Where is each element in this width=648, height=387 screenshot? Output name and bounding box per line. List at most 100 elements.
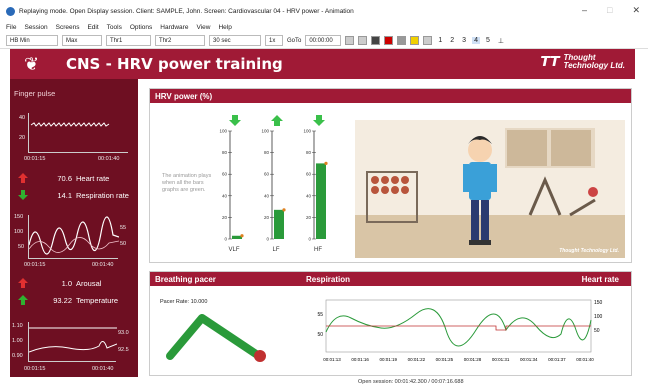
thr1-field[interactable]: Thr1 <box>106 35 151 46</box>
time-xtick: 00:01:13 <box>323 357 341 362</box>
vlf-threshold-marker <box>240 234 244 238</box>
step-forward-icon[interactable] <box>397 36 407 45</box>
arousal-ytick-100: 1.00 <box>12 338 23 344</box>
hr-ytick: 100 <box>594 314 603 320</box>
heart-rate-value: 70.6 <box>57 173 72 183</box>
channel-min-field[interactable]: HB Min <box>6 35 58 46</box>
pulse-xtick-start: 00:01:15 <box>24 156 46 162</box>
time-xtick: 00:01:37 <box>548 357 566 362</box>
hr-respiration-chart <box>28 215 119 259</box>
screen-title: CNS - HRV power training <box>66 55 283 73</box>
resp-ytick: 55 <box>317 312 323 318</box>
temp-xtick-start: 00:01:15 <box>24 366 46 372</box>
menu-tools[interactable]: Tools <box>107 24 122 31</box>
maximize-button[interactable]: □ <box>607 5 612 16</box>
bar-tick-label: 80 <box>264 150 270 155</box>
step-back-icon[interactable] <box>358 36 368 45</box>
animation-scene: Thought Technology Ltd. <box>355 120 625 258</box>
time-xtick: 00:01:31 <box>492 357 510 362</box>
pause-icon[interactable] <box>410 36 420 45</box>
time-xtick: 00:01:28 <box>464 357 482 362</box>
temperature-value: 93.22 <box>53 295 72 305</box>
hf-bar <box>316 163 326 239</box>
thr2-field[interactable]: Thr2 <box>155 35 205 46</box>
record-icon[interactable] <box>384 36 394 45</box>
temp-ytick-930: 93.0 <box>118 330 129 336</box>
vlf-arrow-icon <box>229 115 241 126</box>
menu-hardware[interactable]: Hardware <box>160 24 188 31</box>
bar-tick-label: 40 <box>222 193 228 198</box>
menu-help[interactable]: Help <box>218 24 231 31</box>
heart-rate-trace <box>326 325 591 331</box>
time-xtick: 00:01:16 <box>351 357 369 362</box>
screen-5-button[interactable]: 5 <box>484 37 492 44</box>
left-panel: Finger pulse 40 20 00:01:15 00:01:40 70.… <box>10 79 138 377</box>
hf-threshold-marker <box>324 161 328 165</box>
heart-rate-stat: 70.6 Heart rate <box>18 173 109 183</box>
resp-ytick-55: 55 <box>120 225 127 231</box>
chart-icon[interactable]: ⊥ <box>496 37 506 45</box>
pulse-ytick-mid: 20 <box>19 135 26 141</box>
arrow-down-icon <box>18 190 28 200</box>
bar-tick-label: 80 <box>222 150 228 155</box>
hr-trace <box>29 216 119 255</box>
temp-xtick-end: 00:01:40 <box>92 366 114 372</box>
rewind-icon[interactable] <box>345 36 355 45</box>
max-field[interactable]: Max <box>62 35 102 46</box>
temperature-trace <box>29 341 117 353</box>
screen-4-button[interactable]: 4 <box>472 37 480 44</box>
resp-ytick: 50 <box>317 332 323 338</box>
time-xtick: 00:01:19 <box>379 357 397 362</box>
menu-session[interactable]: Session <box>24 24 47 31</box>
arousal-stat: 1.0 Arousal <box>18 278 101 288</box>
vlf-label: VLF <box>228 247 239 253</box>
respiration-rate-label: Respiration rate <box>76 190 129 200</box>
menu-edit[interactable]: Edit <box>87 24 98 31</box>
menu-screens[interactable]: Screens <box>56 24 80 31</box>
time-xtick: 00:01:40 <box>576 357 594 362</box>
menu-file[interactable]: File <box>6 24 16 31</box>
goto-input[interactable]: 00:00:00 <box>305 35 342 46</box>
heart-rate-title: Heart rate <box>581 274 619 284</box>
play-icon[interactable] <box>423 36 433 45</box>
toolbar: HB Min Max Thr1 Thr2 30 sec 1x GoTo 00:0… <box>0 33 648 49</box>
hr-ytick-100: 100 <box>14 229 24 235</box>
finger-pulse-chart <box>28 113 128 153</box>
bar-tick-label: 20 <box>222 215 228 220</box>
time-xtick: 00:01:22 <box>408 357 426 362</box>
arrow-up-icon <box>18 295 28 305</box>
minimize-button[interactable]: – <box>582 5 587 16</box>
animation-note: The animation plays when all the bars gr… <box>162 173 212 193</box>
respiration-rate-stat: 14.1 Respiration rate <box>18 190 129 200</box>
heart-rate-label: Heart rate <box>76 173 110 183</box>
screen-1-button[interactable]: 1 <box>436 37 444 44</box>
screen-2-button[interactable]: 2 <box>448 37 456 44</box>
pulse-xtick-end: 00:01:40 <box>98 156 120 162</box>
bar-tick-label: 20 <box>306 215 312 220</box>
title-bar: Replaying mode. Open Display session. Cl… <box>0 0 648 22</box>
lf-arrow-icon <box>271 115 283 126</box>
bar-tick-label: 100 <box>303 129 311 134</box>
bar-tick-label: 60 <box>222 172 228 177</box>
close-button[interactable]: ✕ <box>632 5 640 16</box>
timescale-select[interactable]: 30 sec <box>209 35 261 46</box>
hr-ytick: 50 <box>594 328 600 334</box>
arousal-ytick-110: 1.10 <box>12 323 23 329</box>
scene-watermark: Thought Technology Ltd. <box>559 248 619 254</box>
stop-icon[interactable] <box>371 36 381 45</box>
menu-options[interactable]: Options <box>130 24 152 31</box>
arrow-up-icon <box>18 278 28 288</box>
breathing-pacer-graphic <box>166 314 266 362</box>
temperature-label: Temperature <box>76 295 119 305</box>
hr-xtick-end: 00:01:40 <box>92 262 114 268</box>
speed-select[interactable]: 1x <box>265 35 283 46</box>
hf-label: HF <box>314 247 322 253</box>
screen-header: ❦ CNS - HRV power training 𝙏𝙏 Thought Te… <box>10 49 635 79</box>
gym-animation-image <box>355 120 625 258</box>
lf-threshold-marker <box>282 208 286 212</box>
menu-bar: File Session Screens Edit Tools Options … <box>0 22 648 33</box>
screen-3-button[interactable]: 3 <box>460 37 468 44</box>
menu-view[interactable]: View <box>196 24 210 31</box>
goto-label: GoTo <box>287 37 302 44</box>
bar-tick-label: 60 <box>264 172 270 177</box>
